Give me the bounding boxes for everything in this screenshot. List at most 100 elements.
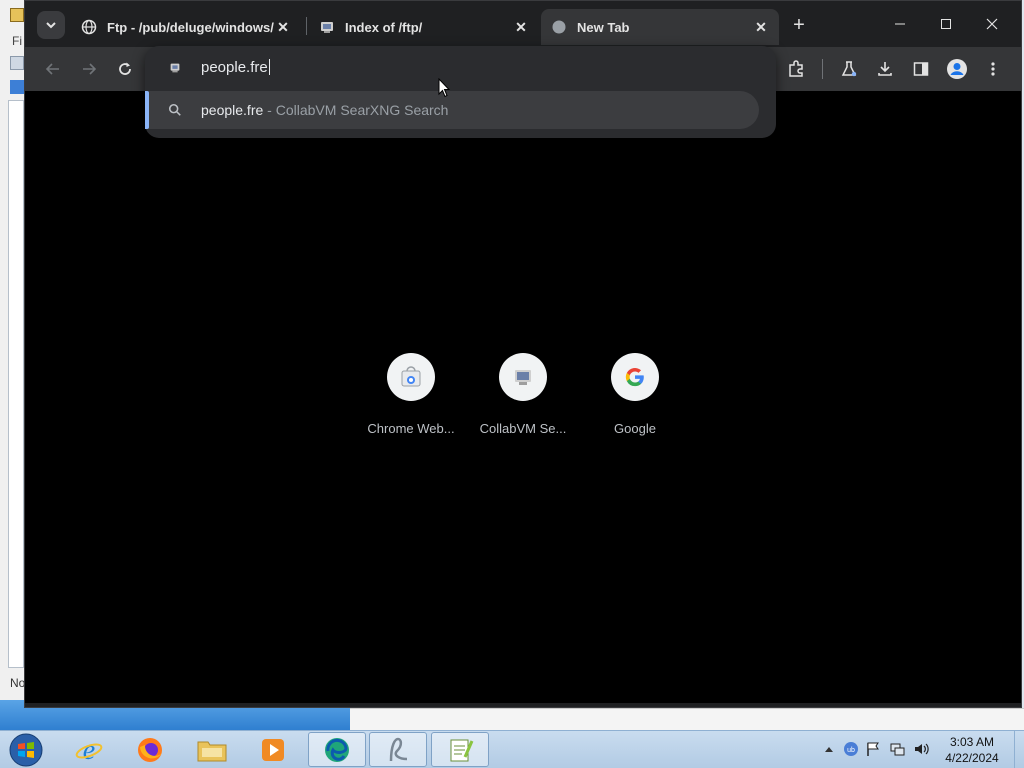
tab-search-button[interactable] [37, 11, 65, 39]
menu-fragment: Fi [12, 34, 22, 48]
browser-window: Ftp - /pub/deluge/windows/ :: ✕ Index of… [24, 0, 1022, 708]
chevron-down-icon [46, 22, 56, 29]
edge-icon [325, 737, 349, 762]
taskbar-firefox[interactable] [121, 732, 179, 767]
flask-icon [841, 61, 857, 77]
omnibox-suggestion[interactable]: people.fre - CollabVM SearXNG Search [145, 91, 759, 129]
clock-date: 4/22/2024 [945, 751, 999, 765]
folder-icon [197, 741, 227, 761]
google-icon [611, 353, 659, 401]
mouse-cursor-icon [438, 78, 450, 98]
suggestion-separator: - [263, 102, 276, 118]
toolbar-divider [822, 59, 823, 79]
close-icon[interactable]: ✕ [275, 19, 291, 35]
close-icon[interactable]: ✕ [513, 19, 529, 35]
suggestion-query: people.fre [201, 102, 264, 118]
app-icon [10, 8, 24, 22]
suggestion-text: people.fre - CollabVM SearXNG Search [201, 102, 448, 118]
close-window-button[interactable] [969, 7, 1015, 41]
tab-index-ftp[interactable]: Index of /ftp/ ✕ [309, 9, 539, 45]
taskbar-media-player[interactable] [244, 732, 302, 767]
notepad-plus-plus-icon [450, 739, 474, 761]
minimize-button[interactable] [877, 7, 923, 41]
flag-icon [867, 742, 879, 756]
text-caret [268, 59, 270, 75]
collabvm-icon [499, 353, 547, 401]
taskbar-file-explorer[interactable] [183, 732, 241, 767]
back-button[interactable] [39, 55, 67, 83]
download-icon [878, 62, 892, 76]
tab-title: Index of /ftp/ [345, 19, 423, 35]
background-window-bar [350, 708, 1024, 730]
taskbar: e ub 3:03 AM 4/22/2024 [0, 730, 1024, 768]
arrow-left-icon [45, 63, 59, 75]
new-tab-page: Chrome Web... CollabVM Se... Google [25, 91, 1021, 703]
triangle-up-icon [825, 747, 833, 752]
tab-title: New Tab [577, 19, 630, 35]
shortcut-google[interactable]: Google [579, 353, 691, 436]
omnibox-dropdown: people.fre people.fre - CollabVM SearXNG… [145, 46, 776, 138]
tray-action-center[interactable] [864, 740, 882, 758]
taskbar-edge[interactable] [308, 732, 366, 767]
puzzle-icon [789, 60, 803, 77]
labs-button[interactable] [835, 55, 863, 83]
collabvm-icon [167, 60, 183, 76]
extensions-button[interactable] [782, 55, 810, 83]
tray-ublock[interactable]: ub [842, 740, 860, 758]
maximize-icon [941, 19, 951, 29]
more-vertical-icon [991, 62, 995, 76]
suggestion-source: CollabVM SearXNG Search [275, 102, 449, 118]
address-input[interactable]: people.fre [201, 59, 270, 76]
firefox-icon [138, 737, 162, 762]
forward-button[interactable] [75, 55, 103, 83]
close-icon[interactable]: ✕ [753, 19, 769, 35]
globe-icon [81, 19, 97, 35]
tray-volume[interactable] [912, 740, 930, 758]
start-button[interactable] [6, 732, 46, 768]
tab-divider [306, 17, 307, 35]
side-panel-button[interactable] [907, 55, 935, 83]
show-hidden-icons-button[interactable] [820, 740, 838, 758]
show-desktop-button[interactable] [1014, 731, 1024, 768]
search-icon [167, 102, 183, 118]
side-panel [8, 100, 24, 668]
speaker-icon [915, 743, 929, 755]
windows-logo-icon [9, 733, 43, 767]
taskbar-internet-explorer[interactable]: e [60, 732, 118, 767]
tray-network[interactable] [888, 740, 906, 758]
maximize-button[interactable] [923, 7, 969, 41]
toolbar-icon [10, 56, 24, 70]
media-player-icon [262, 738, 284, 761]
internet-explorer-icon: e [75, 735, 103, 765]
tab-title: Ftp - /pub/deluge/windows/ :: [107, 19, 275, 35]
shortcut-collabvm-search[interactable]: CollabVM Se... [467, 353, 579, 436]
chrome-web-store-icon [387, 353, 435, 401]
taskbar-notepad-plus-plus[interactable] [431, 732, 489, 767]
shortcut-label: Google [614, 421, 656, 436]
svg-text:ub: ub [847, 747, 855, 754]
profile-button[interactable] [943, 55, 971, 83]
reload-button[interactable] [111, 55, 139, 83]
clock-time: 3:03 AM [949, 735, 995, 749]
shortcut-label: Chrome Web... [367, 421, 455, 436]
reload-icon [119, 62, 131, 75]
toolbar-icon [10, 80, 24, 94]
app-icon [389, 737, 408, 761]
menu-button[interactable] [979, 55, 1007, 83]
tab-new-tab[interactable]: New Tab ✕ [541, 9, 779, 45]
new-tab-button[interactable]: + [787, 13, 811, 37]
avatar-icon [947, 59, 967, 79]
taskbar-app[interactable] [369, 732, 427, 767]
shortcut-label: CollabVM Se... [479, 421, 567, 436]
tab-ftp-deluge[interactable]: Ftp - /pub/deluge/windows/ :: ✕ [71, 9, 301, 45]
side-panel-icon [913, 62, 929, 76]
minimize-icon [895, 23, 905, 25]
tab-strip: Ftp - /pub/deluge/windows/ :: ✕ Index of… [25, 1, 1021, 47]
downloads-button[interactable] [871, 55, 899, 83]
address-bar[interactable]: people.fre [145, 46, 776, 90]
ublock-icon: ub [844, 742, 858, 756]
shortcut-chrome-web-store[interactable]: Chrome Web... [355, 353, 467, 436]
taskbar-clock[interactable]: 3:03 AM 4/22/2024 [936, 734, 1008, 766]
arrow-right-icon [83, 63, 97, 75]
collabvm-icon [319, 19, 335, 35]
